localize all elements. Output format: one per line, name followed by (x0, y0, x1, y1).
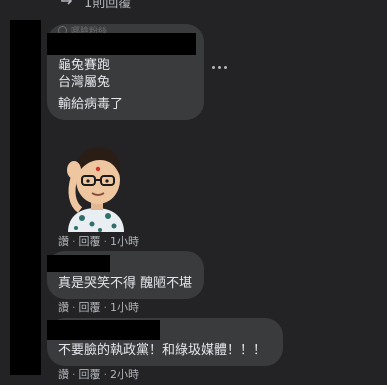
comment-actions: 讚 · 回覆 · 1小時 (58, 233, 139, 249)
reply-button[interactable]: 回覆 (79, 233, 101, 249)
comment-text-line: 不要臉的執政黨！和綠圾媒體！！！ (58, 343, 267, 358)
separator: · (103, 367, 108, 381)
separator: · (72, 300, 76, 314)
comment-text-line: 輸給病毒了 (58, 97, 124, 112)
comment-text-line: 台灣屬兔 (58, 75, 111, 90)
more-options-icon[interactable] (212, 66, 228, 72)
comment-actions: 讚 · 回覆 · 1小時 (58, 299, 139, 315)
comment-text-line: 龜兔賽跑 (58, 58, 111, 73)
redacted-author-name (47, 255, 110, 272)
view-replies-label[interactable]: 1則回覆 (84, 0, 131, 11)
separator: · (72, 234, 76, 248)
like-button[interactable]: 讚 (58, 233, 69, 249)
comment-text-line: 真是哭笑不得 醜陋不堪 (58, 276, 193, 291)
comment-timestamp[interactable]: 2小時 (110, 366, 139, 382)
redacted-avatar-column (10, 20, 41, 375)
like-button[interactable]: 讚 (58, 299, 69, 315)
view-replies-row[interactable]: 1則回覆 (60, 0, 131, 11)
comment-timestamp[interactable]: 1小時 (110, 299, 139, 315)
separator: · (72, 367, 76, 381)
redacted-author-name (47, 33, 196, 55)
memoji-sticker (67, 146, 124, 232)
comment-timestamp[interactable]: 1小時 (110, 233, 139, 249)
separator: · (103, 300, 108, 314)
reply-button[interactable]: 回覆 (79, 299, 101, 315)
reply-button[interactable]: 回覆 (79, 366, 101, 382)
comment-actions: 讚 · 回覆 · 2小時 (58, 366, 139, 382)
reply-arrow-icon (61, 0, 73, 5)
separator: · (103, 234, 108, 248)
like-button[interactable]: 讚 (58, 366, 69, 382)
redacted-author-name (47, 320, 160, 340)
